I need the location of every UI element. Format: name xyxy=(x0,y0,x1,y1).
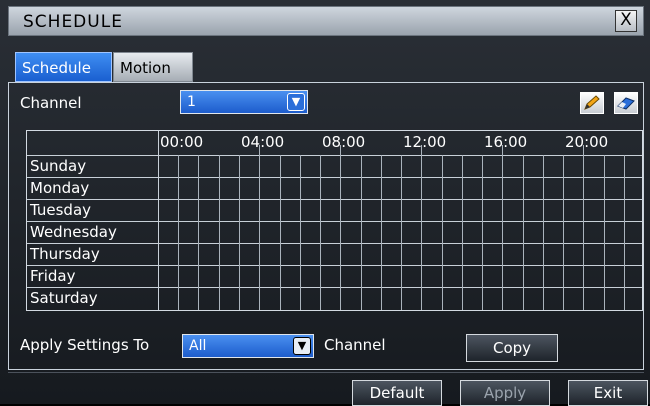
day-label: Thursday xyxy=(30,245,100,263)
day-label: Saturday xyxy=(30,289,98,307)
hour-label: 00:00 xyxy=(160,133,204,151)
hour-label: 04:00 xyxy=(241,133,285,151)
schedule-window: SCHEDULE X Schedule Motion Channel 1 ▼ 0… xyxy=(0,0,650,406)
day-label: Friday xyxy=(30,267,76,285)
apply-channel-label: Channel xyxy=(324,336,386,354)
tab-motion[interactable]: Motion xyxy=(113,52,193,82)
hour-label: 16:00 xyxy=(484,133,528,151)
channel-label: Channel xyxy=(20,94,82,112)
tab-schedule[interactable]: Schedule xyxy=(15,52,112,82)
title-bar: SCHEDULE X xyxy=(8,6,644,36)
day-label: Tuesday xyxy=(30,201,92,219)
pencil-icon[interactable] xyxy=(580,92,604,114)
eraser-icon[interactable] xyxy=(614,92,638,114)
hour-label: 20:00 xyxy=(565,133,609,151)
apply-select-value: All xyxy=(189,338,207,354)
channel-select[interactable]: 1 ▼ xyxy=(180,90,308,114)
schedule-grid-lines xyxy=(27,131,642,310)
apply-settings-label: Apply Settings To xyxy=(20,336,150,354)
footer-divider xyxy=(8,372,644,373)
apply-button[interactable]: Apply xyxy=(460,380,550,406)
apply-channel-select[interactable]: All ▼ xyxy=(182,334,314,358)
close-button[interactable]: X xyxy=(615,10,637,32)
chevron-down-icon[interactable]: ▼ xyxy=(287,93,305,111)
day-label: Wednesday xyxy=(30,223,117,241)
window-title: SCHEDULE xyxy=(23,12,123,32)
chevron-down-icon[interactable]: ▼ xyxy=(293,337,311,355)
channel-select-value: 1 xyxy=(187,94,196,110)
day-label: Monday xyxy=(30,179,90,197)
day-label: Sunday xyxy=(30,157,87,175)
exit-button[interactable]: Exit xyxy=(568,380,648,406)
hour-label: 12:00 xyxy=(403,133,447,151)
default-button[interactable]: Default xyxy=(352,380,442,406)
schedule-grid[interactable] xyxy=(26,130,643,311)
copy-button[interactable]: Copy xyxy=(466,334,558,362)
hour-label: 08:00 xyxy=(322,133,366,151)
